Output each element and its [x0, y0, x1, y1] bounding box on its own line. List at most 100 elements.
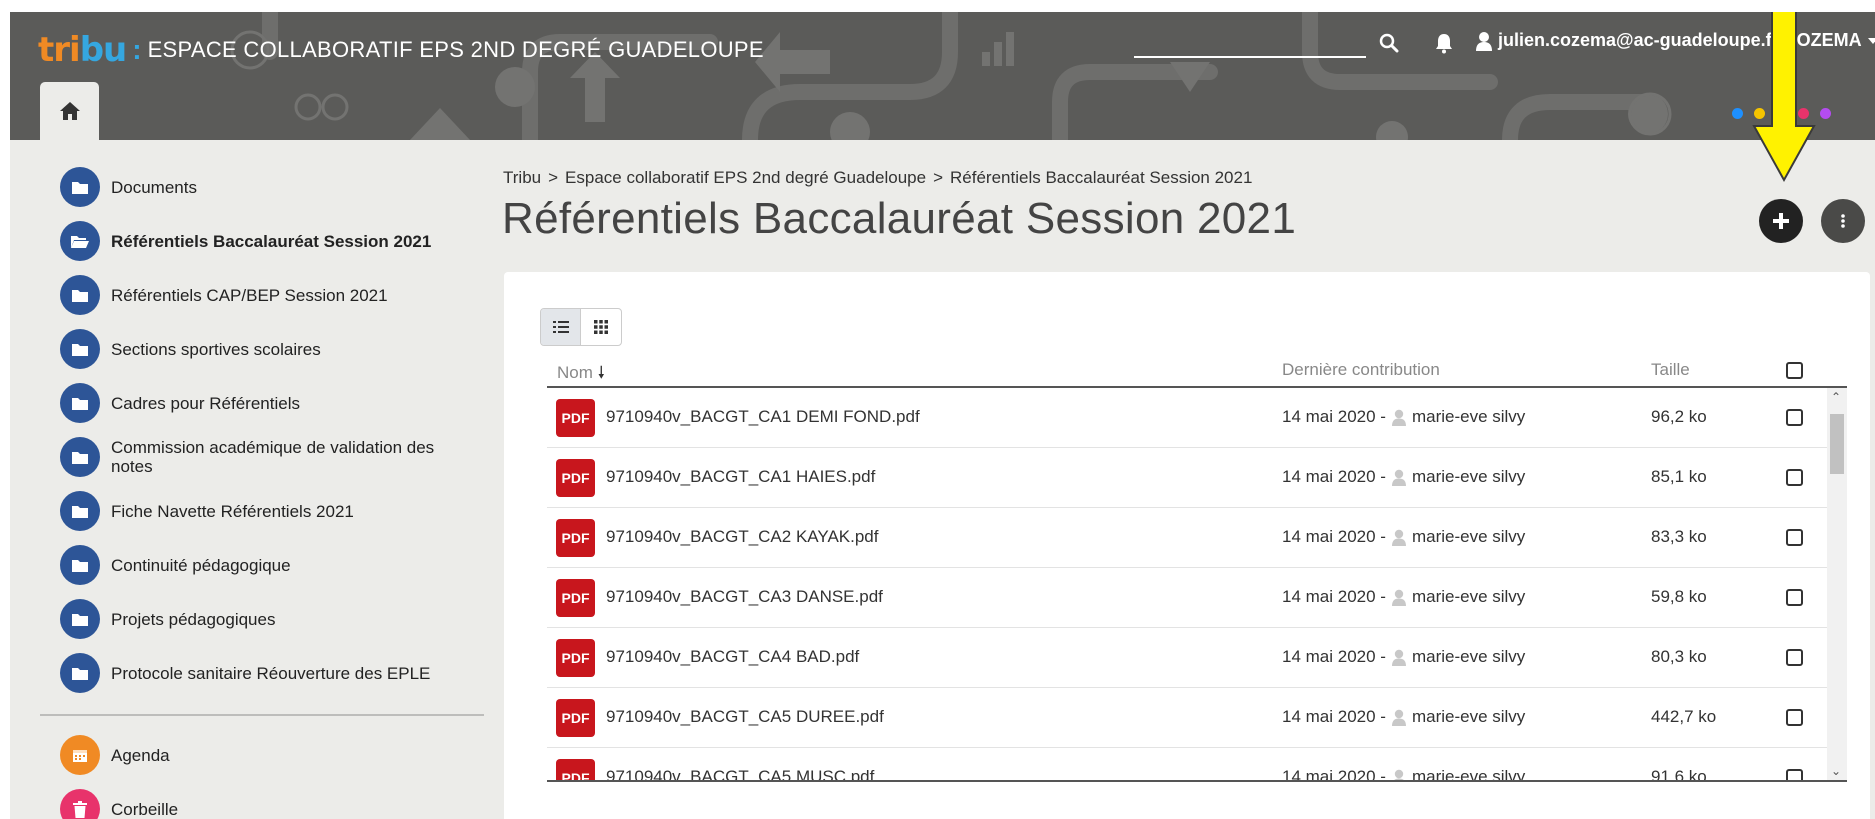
sidebar-item-label: Sections sportives scolaires: [111, 339, 321, 359]
page-title: Référentiels Baccalauréat Session 2021: [502, 194, 1297, 243]
app-title: ESPACE COLLABORATIF EPS 2ND DEGRÉ GUADEL…: [147, 37, 764, 62]
folder-open-icon: [60, 221, 100, 261]
contribution-author[interactable]: marie-eve silvy: [1412, 707, 1525, 727]
contribution-date: 14 mai 2020 -: [1282, 407, 1386, 426]
file-size: 91,6 ko: [1651, 767, 1707, 780]
select-all-checkbox[interactable]: [1786, 362, 1803, 379]
file-name[interactable]: 9710940v_BACGT_CA5 MUSC.pdf: [606, 767, 874, 780]
column-header-name[interactable]: Nom 🠗: [557, 360, 605, 389]
pdf-file-icon: PDF: [556, 699, 595, 737]
sidebar-item-label: Corbeille: [111, 799, 179, 819]
breadcrumb-current[interactable]: Référentiels Baccalauréat Session 2021: [950, 168, 1252, 187]
table-row[interactable]: PDF 9710940v_BACGT_CA2 KAYAK.pdf 14 mai …: [547, 508, 1827, 568]
last-contribution: 14 mai 2020 - marie-eve silvy: [1282, 767, 1525, 780]
table-scrollbar[interactable]: ⌃ ⌄: [1827, 388, 1847, 780]
table-row[interactable]: PDF 9710940v_BACGT_CA3 DANSE.pdf 14 mai …: [547, 568, 1827, 628]
list-icon: [552, 321, 569, 333]
row-checkbox[interactable]: [1786, 409, 1803, 426]
list-view-button[interactable]: [541, 309, 581, 345]
sidebar-item-fiche-navette[interactable]: Fiche Navette Référentiels 2021: [40, 484, 490, 538]
add-button[interactable]: [1759, 199, 1803, 243]
folder-icon: [60, 329, 100, 369]
row-checkbox[interactable]: [1786, 709, 1803, 726]
contribution-author[interactable]: marie-eve silvy: [1412, 407, 1525, 427]
table-row[interactable]: PDF 9710940v_BACGT_CA5 MUSC.pdf 14 mai 2…: [547, 748, 1827, 780]
sidebar-item-label: Référentiels CAP/BEP Session 2021: [111, 285, 388, 305]
row-checkbox[interactable]: [1786, 769, 1803, 780]
user-icon: [1391, 649, 1406, 666]
file-name[interactable]: 9710940v_BACGT_CA1 HAIES.pdf: [606, 467, 875, 487]
breadcrumb: Tribu > Espace collaboratif EPS 2nd degré …: [503, 168, 1252, 188]
column-label: Nom: [557, 363, 593, 382]
column-header-contribution[interactable]: Dernière contribution: [1282, 360, 1440, 380]
scrollbar-thumb[interactable]: [1830, 414, 1844, 474]
color-dot[interactable]: [1820, 108, 1831, 119]
sidebar-item-cadres[interactable]: Cadres pour Référentiels: [40, 376, 490, 430]
file-name[interactable]: 9710940v_BACGT_CA1 DEMI FOND.pdf: [606, 407, 920, 427]
breadcrumb-separator: >: [548, 168, 559, 187]
sidebar-item-agenda[interactable]: Agenda: [40, 728, 490, 782]
row-checkbox[interactable]: [1786, 529, 1803, 546]
table-bottom-border: [547, 780, 1847, 782]
logo-colon: :: [132, 34, 142, 65]
breadcrumb-link[interactable]: Espace collaboratif EPS 2nd degré Guadel…: [565, 168, 926, 187]
contribution-author[interactable]: marie-eve silvy: [1412, 527, 1525, 547]
table-row[interactable]: PDF 9710940v_BACGT_CA5 DUREE.pdf 14 mai …: [547, 688, 1827, 748]
folder-icon: [60, 437, 100, 477]
trash-icon: [60, 789, 100, 819]
file-size: 96,2 ko: [1651, 407, 1707, 426]
folder-icon: [60, 383, 100, 423]
contribution-author[interactable]: marie-eve silvy: [1412, 587, 1525, 607]
sidebar-item-label: Agenda: [111, 745, 170, 765]
file-name[interactable]: 9710940v_BACGT_CA5 DUREE.pdf: [606, 707, 884, 727]
user-icon: [1393, 769, 1405, 780]
breadcrumb-link[interactable]: Tribu: [503, 168, 541, 187]
column-header-size[interactable]: Taille: [1651, 360, 1690, 380]
more-options-button[interactable]: [1821, 199, 1865, 243]
file-size: 59,8 ko: [1651, 587, 1707, 606]
row-checkbox[interactable]: [1786, 469, 1803, 486]
scroll-down-icon[interactable]: ⌄: [1831, 764, 1841, 778]
sidebar-item-label: Référentiels Baccalauréat Session 2021: [111, 231, 432, 251]
scroll-up-icon[interactable]: ⌃: [1831, 390, 1841, 404]
sidebar-item-referentiels-cap-bep[interactable]: Référentiels CAP/BEP Session 2021: [40, 268, 490, 322]
contribution-author[interactable]: marie-eve silvy: [1412, 647, 1525, 667]
home-tab[interactable]: [40, 82, 99, 140]
sidebar-item-protocole[interactable]: Protocole sanitaire Réouverture des EPLE: [40, 646, 490, 700]
file-name[interactable]: 9710940v_BACGT_CA2 KAYAK.pdf: [606, 527, 878, 547]
user-icon: [1391, 709, 1406, 726]
table-row[interactable]: PDF 9710940v_BACGT_CA1 DEMI FOND.pdf 14 …: [547, 388, 1827, 448]
table-row[interactable]: PDF 9710940v_BACGT_CA4 BAD.pdf 14 mai 20…: [547, 628, 1827, 688]
sidebar: Documents Référentiels Baccalauréat Sess…: [40, 160, 490, 819]
table-row[interactable]: PDF 9710940v_BACGT_CA1 HAIES.pdf 14 mai …: [547, 448, 1827, 508]
contribution-date: 14 mai 2020 -: [1282, 707, 1386, 726]
sidebar-item-continuite[interactable]: Continuité pédagogique: [40, 538, 490, 592]
pdf-file-icon: PDF: [556, 459, 595, 497]
contribution-author[interactable]: marie-eve silvy: [1412, 767, 1525, 780]
folder-icon: [60, 599, 100, 639]
grid-view-button[interactable]: [581, 309, 621, 345]
file-name[interactable]: 9710940v_BACGT_CA3 DANSE.pdf: [606, 587, 883, 607]
sidebar-item-referentiels-bac[interactable]: Référentiels Baccalauréat Session 2021: [40, 214, 490, 268]
sidebar-item-projets[interactable]: Projets pédagogiques: [40, 592, 490, 646]
tribu-logo[interactable]: tribu : ESPACE COLLABORATIF EPS 2ND DEGR…: [38, 30, 764, 70]
sidebar-item-documents[interactable]: Documents: [40, 160, 490, 214]
file-size: 83,3 ko: [1651, 527, 1707, 546]
file-name[interactable]: 9710940v_BACGT_CA4 BAD.pdf: [606, 647, 859, 667]
last-contribution: 14 mai 2020 - marie-eve silvy: [1282, 587, 1525, 607]
contribution-date: 14 mai 2020 -: [1282, 767, 1386, 780]
sidebar-item-corbeille[interactable]: Corbeille: [40, 782, 490, 819]
sidebar-item-sections-sportives[interactable]: Sections sportives scolaires: [40, 322, 490, 376]
annotation-arrow-icon: [1752, 12, 1816, 183]
last-contribution: 14 mai 2020 - marie-eve silvy: [1282, 467, 1525, 487]
last-contribution: 14 mai 2020 - marie-eve silvy: [1282, 527, 1525, 547]
sidebar-item-commission[interactable]: Commission académique de validation des …: [40, 430, 490, 484]
bell-icon[interactable]: [1434, 32, 1454, 54]
row-checkbox[interactable]: [1786, 649, 1803, 666]
user-icon: [1391, 409, 1406, 426]
color-dot[interactable]: [1732, 108, 1743, 119]
contribution-author[interactable]: marie-eve silvy: [1412, 467, 1525, 487]
search-icon[interactable]: [1378, 32, 1400, 54]
search-input[interactable]: [1134, 56, 1366, 58]
row-checkbox[interactable]: [1786, 589, 1803, 606]
